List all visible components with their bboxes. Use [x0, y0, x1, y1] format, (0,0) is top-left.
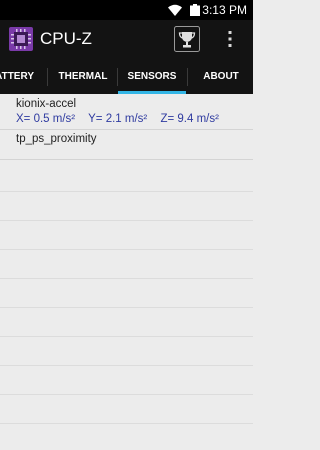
cpu-chip-icon: [9, 27, 33, 51]
status-bar: 3:13 PM: [0, 0, 253, 20]
sensor-name: tp_ps_proximity: [16, 133, 97, 145]
sensor-item-kionix-accel: kionix-accel X= 0.5 m/s² Y= 2.1 m/s² Z= …: [0, 94, 253, 130]
sensor-item-tp-ps-proximity: tp_ps_proximity: [0, 130, 253, 160]
app-title: CPU-Z: [40, 29, 92, 48]
empty-row-divider: [0, 365, 253, 366]
tab-battery[interactable]: ATTERY: [0, 60, 34, 94]
sensor-values: X= 0.5 m/s² Y= 2.1 m/s² Z= 9.4 m/s²: [16, 112, 219, 126]
empty-row-divider: [0, 423, 253, 424]
empty-row-divider: [0, 336, 253, 337]
sensor-value-x: X= 0.5 m/s²: [16, 113, 76, 125]
more-vert-icon[interactable]: [222, 28, 238, 50]
sensor-list: kionix-accel X= 0.5 m/s² Y= 2.1 m/s² Z= …: [0, 94, 253, 160]
app-bar: CPU-Z: [0, 20, 253, 60]
tab-about[interactable]: ABOUT: [188, 60, 253, 94]
empty-row-divider: [0, 249, 253, 250]
tab-thermal[interactable]: THERMAL: [50, 60, 116, 94]
empty-row-divider: [0, 220, 253, 221]
tab-divider: [47, 68, 48, 86]
empty-row-divider: [0, 191, 253, 192]
empty-row-divider: [0, 278, 253, 279]
empty-row-divider: [0, 394, 253, 395]
list-divider: [0, 159, 253, 160]
tab-sensors[interactable]: SENSORS: [118, 60, 186, 94]
wifi-icon: [168, 4, 182, 16]
tab-bar: ATTERY THERMAL SENSORS ABOUT: [0, 60, 253, 94]
sensor-name: kionix-accel: [16, 98, 77, 110]
trophy-icon[interactable]: [174, 26, 200, 52]
battery-icon: [190, 4, 200, 16]
status-time: 3:13 PM: [202, 3, 247, 17]
empty-row-divider: [0, 307, 253, 308]
sensor-value-z: Z= 9.4 m/s²: [160, 113, 219, 125]
sensor-value-y: Y= 2.1 m/s²: [88, 113, 148, 125]
